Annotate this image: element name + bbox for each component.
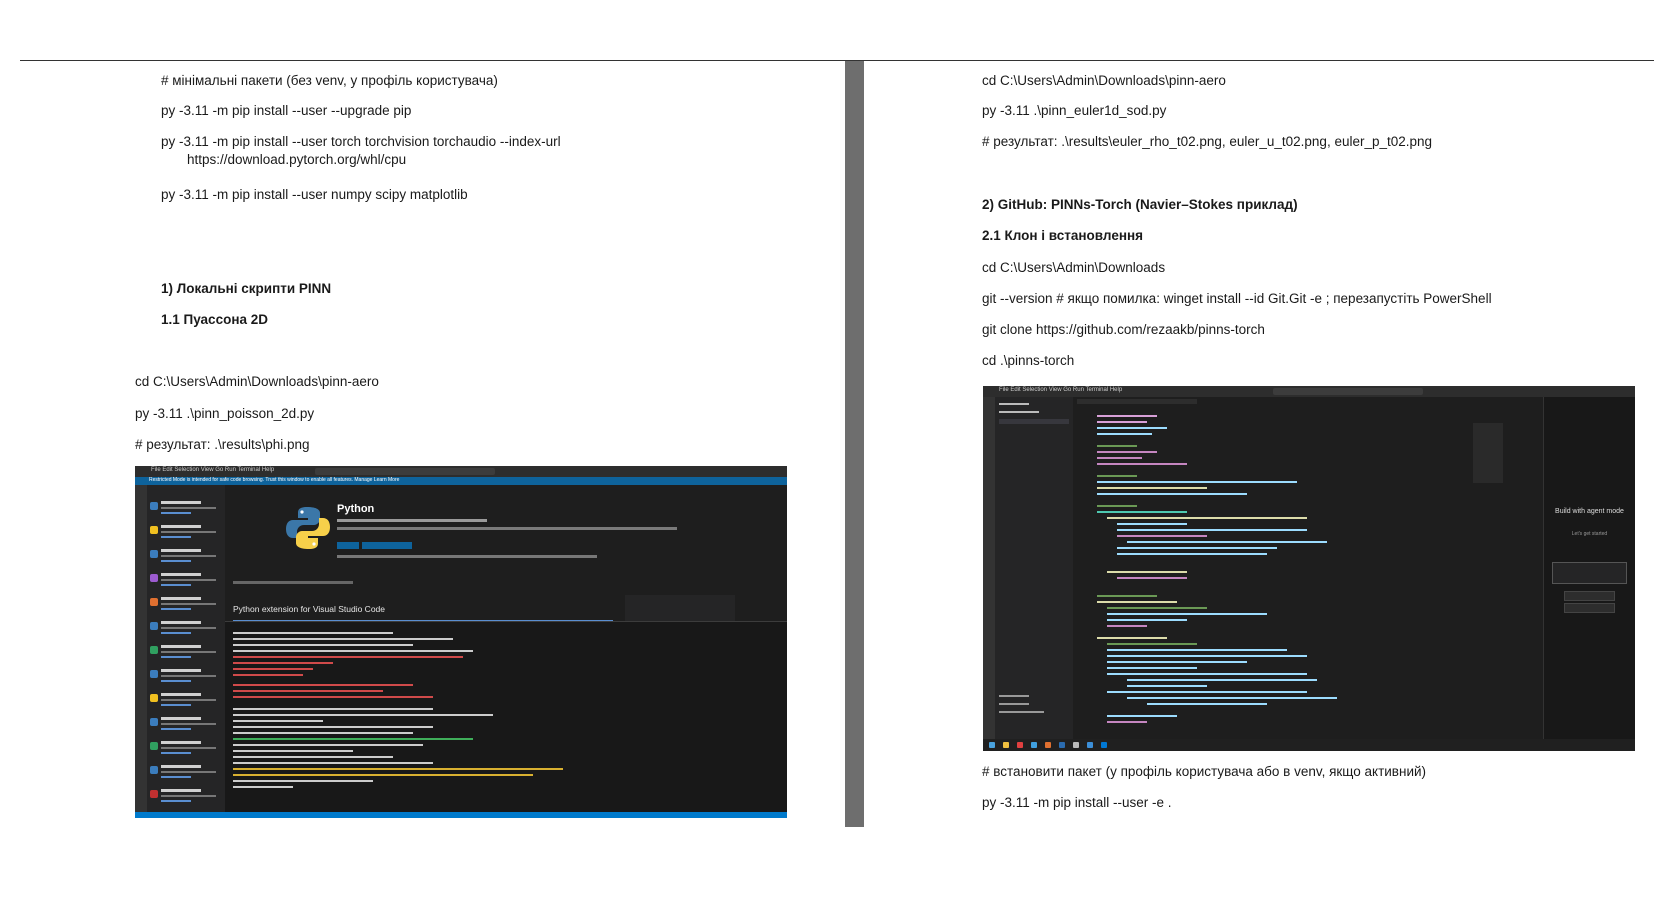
left-line-torch-install: py -3.11 -m pip install --user torch tor… [161,133,561,169]
start-icon[interactable] [989,742,995,748]
firefox-icon[interactable] [1045,742,1051,748]
heading-local-scripts: 1) Локальні скрипти PINN [161,281,332,296]
build-workspace-button[interactable] [1564,591,1615,601]
heading-clone-install: 2.1 Клон і встановлення [982,228,1144,243]
list-item [150,595,220,617]
list-item [150,739,220,761]
vscode-extension-screenshot: File Edit Selection View Go Run Terminal… [135,466,787,818]
left-line-pip-upgrade: py -3.11 -m pip install --user --upgrade… [161,103,412,118]
restricted-mode-text: Restricted Mode is intended for safe cod… [149,477,400,483]
chat-panel: Build with agent mode Let's get started [1543,397,1635,739]
disable-button[interactable] [337,542,359,549]
list-item [150,523,220,545]
restricted-mode-banner: Restricted Mode is intended for safe cod… [135,477,787,485]
vscode-editor-screenshot: File Edit Selection View Go Run Terminal… [983,386,1635,751]
file-explorer-icon[interactable] [1003,742,1009,748]
minimap [1473,423,1503,483]
left-line-comment-min-packages: # мінімальні пакети (без venv, у профіль… [161,73,498,88]
chrome-icon[interactable] [1017,742,1023,748]
switch-prerelease-button[interactable] [362,542,412,549]
list-item [150,667,220,689]
vscode-icon[interactable] [1101,742,1107,748]
terminal-icon[interactable] [1087,742,1093,748]
list-item [150,787,220,809]
list-item [150,643,220,665]
right-line-pip-editable: py -3.11 -m pip install --user -e . [982,795,1172,810]
left-line-run-poisson: py -3.11 .\pinn_poisson_2d.py [135,406,315,421]
right-line-cd-downloads: cd C:\Users\Admin\Downloads [982,260,1166,275]
vscode-titlebar: File Edit Selection View Go Run Terminal… [135,466,787,477]
list-item [150,619,220,641]
vscode-menu: File Edit Selection View Go Run Terminal… [999,387,1123,393]
line-number-gutter [1073,397,1091,739]
right-line-cd-pinns: cd .\pinns-torch [982,353,1075,368]
page-top-rule [20,60,1654,61]
chat-title: Build with agent mode [1555,508,1624,515]
right-line-cd: cd C:\Users\Admin\Downloads\pinn-aero [982,73,1226,88]
page-divider [845,61,864,827]
explorer-sidebar [995,397,1073,739]
word-icon[interactable] [1059,742,1065,748]
extension-readme-heading: Python extension for Visual Studio Code [233,604,385,614]
extension-title: Python [337,503,375,515]
heading-poisson-2d: 1.1 Пуассона 2D [161,312,268,327]
heading-github-pinns: 2) GitHub: PINNs-Torch (Navier–Stokes пр… [982,197,1298,212]
activity-bar [983,397,995,739]
right-line-git-clone: git clone https://github.com/rezaakb/pin… [982,322,1265,337]
right-line-git-version: git --version # якщо помилка: winget ins… [982,291,1492,306]
show-config-button[interactable] [1564,603,1615,613]
edge-icon[interactable] [1031,742,1037,748]
vscode-menu: File Edit Selection View Go Run Terminal… [151,467,275,473]
chat-subtitle: Let's get started [1571,531,1608,537]
list-item [150,547,220,569]
right-line-run-euler: py -3.11 .\pinn_euler1d_sod.py [982,103,1167,118]
vscode-search-box [1273,388,1423,395]
torch-install-cmd: py -3.11 -m pip install --user torch tor… [161,134,561,149]
list-item [150,763,220,785]
vscode-statusbar [135,812,787,818]
extensions-sidebar [147,485,225,818]
list-item [150,715,220,737]
left-line-result-phi: # результат: .\results\phi.png [135,437,310,452]
torch-install-url: https://download.pytorch.org/whl/cpu [187,152,407,167]
right-line-result-euler: # результат: .\results\euler_rho_t02.png… [982,134,1433,149]
chat-input[interactable] [1552,562,1627,584]
left-line-cd: cd C:\Users\Admin\Downloads\pinn-aero [135,374,379,389]
code-editor [1073,397,1543,739]
taskbar-app-icon[interactable] [1073,742,1079,748]
python-logo-icon [286,507,330,549]
left-line-numpy-install: py -3.11 -m pip install --user numpy sci… [161,187,468,202]
list-item [150,691,220,713]
terminal-panel [225,621,787,818]
vscode-search-box [315,468,495,475]
activity-bar [135,485,147,818]
vscode-titlebar: File Edit Selection View Go Run Terminal… [983,386,1635,397]
list-item [150,499,220,521]
list-item [150,571,220,593]
right-line-install-comment: # встановити пакет (у профіль користувач… [982,764,1427,779]
windows-taskbar [983,739,1635,751]
